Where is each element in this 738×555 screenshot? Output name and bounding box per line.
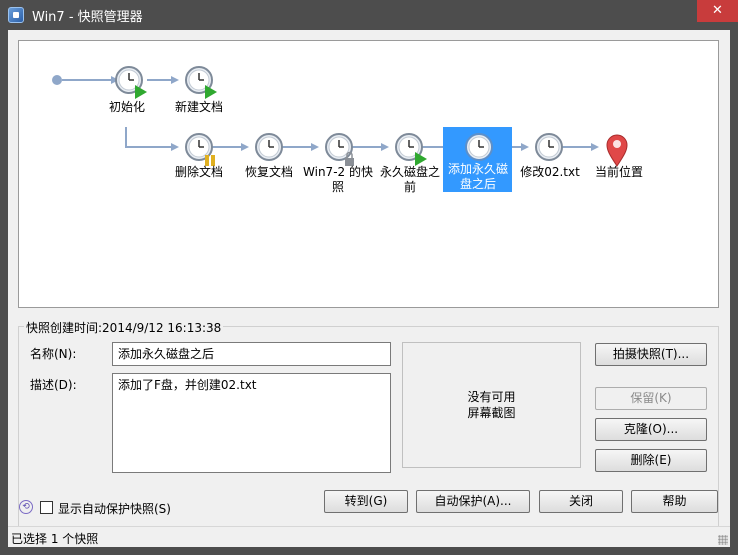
- show-autoprotect-label[interactable]: 显示自动保护快照(S): [58, 500, 171, 517]
- clock-snapshot-icon: [325, 133, 354, 166]
- arrowhead: [311, 143, 319, 151]
- snapshot-label-after-disk: 添加永久磁盘之后: [447, 162, 509, 192]
- snapshot-node-win7[interactable]: [323, 130, 363, 170]
- dialog-body: 初始化 新建文档 删除文档 恢复文档 Win7-2 的快照 永久磁盘之前 添加永…: [8, 30, 730, 547]
- autoprotect-button[interactable]: 自动保护(A)...: [416, 490, 530, 513]
- snapshot-label-win7: Win7-2 的快照: [303, 165, 373, 194]
- location-pin-icon: [606, 134, 628, 167]
- snapshot-description-field[interactable]: 添加了F盘，并创建02.txt: [112, 373, 391, 473]
- snapshot-node-modify[interactable]: [533, 130, 573, 170]
- description-label: 描述(D):: [30, 378, 77, 392]
- snapshot-manager-window: Win7 - 快照管理器 ✕ 初始化 新建文档 删除文档 恢复文档 Win7-2…: [0, 0, 738, 555]
- current-location-node[interactable]: [603, 130, 643, 170]
- clock-snapshot-icon: [255, 133, 283, 161]
- snapshot-label-delete-doc: 删除文档: [174, 165, 223, 179]
- arrowhead: [381, 143, 389, 151]
- snapshot-label-root: 初始化: [108, 100, 145, 114]
- preview-line-2: 屏幕截图: [467, 406, 516, 420]
- vmware-app-icon: [8, 7, 24, 23]
- snapshot-label-modify: 修改02.txt: [520, 165, 580, 179]
- tree-root-dot: [52, 75, 62, 85]
- clone-button[interactable]: 克隆(O)...: [595, 418, 707, 441]
- take-snapshot-button[interactable]: 拍摄快照(T)...: [595, 343, 707, 366]
- snapshot-node-restore-doc[interactable]: [253, 130, 293, 170]
- arrowhead: [241, 143, 249, 151]
- arrowhead: [521, 143, 529, 151]
- snapshot-tree[interactable]: 初始化 新建文档 删除文档 恢复文档 Win7-2 的快照 永久磁盘之前 添加永…: [18, 40, 719, 308]
- snapshot-node-root[interactable]: [113, 63, 153, 103]
- preview-line-1: 没有可用: [467, 390, 516, 404]
- resize-grip[interactable]: [718, 535, 728, 545]
- title-bar: Win7 - 快照管理器 ✕: [0, 0, 738, 30]
- clock-snapshot-icon: [185, 133, 215, 166]
- autoprotect-clock-icon: ⟲: [19, 500, 33, 514]
- status-text: 已选择 1 个快照: [11, 532, 99, 546]
- snapshot-node-new-doc[interactable]: [183, 63, 223, 103]
- clock-snapshot-icon: [115, 66, 147, 99]
- clock-snapshot-icon: [185, 66, 217, 99]
- clock-snapshot-icon: [395, 133, 427, 166]
- show-autoprotect-checkbox[interactable]: [40, 501, 53, 514]
- name-label: 名称(N):: [30, 347, 77, 361]
- snapshot-created-time: 快照创建时间:2014/9/12 16:13:38: [24, 319, 224, 336]
- arrowhead: [591, 143, 599, 151]
- goto-button[interactable]: 转到(G): [324, 490, 408, 513]
- connector-line: [125, 127, 171, 148]
- snapshot-node-delete-doc[interactable]: [183, 130, 223, 170]
- clock-snapshot-icon: [535, 133, 563, 161]
- snapshot-label-current: 当前位置: [594, 165, 643, 179]
- window-close-button[interactable]: ✕: [697, 0, 738, 22]
- arrowhead: [171, 143, 179, 151]
- window-title: Win7 - 快照管理器: [32, 10, 143, 25]
- delete-button[interactable]: 删除(E): [595, 449, 707, 472]
- arrowhead: [171, 76, 179, 84]
- screenshot-preview: 没有可用 屏幕截图: [402, 342, 581, 468]
- snapshot-label-restore-doc: 恢复文档: [244, 165, 293, 179]
- snapshot-label-before-disk: 永久磁盘之前: [379, 165, 440, 194]
- help-button[interactable]: 帮助: [631, 490, 718, 513]
- snapshot-name-field[interactable]: 添加永久磁盘之后: [112, 342, 391, 366]
- keep-button[interactable]: 保留(K): [595, 387, 707, 410]
- status-bar: 已选择 1 个快照: [8, 526, 730, 547]
- close-button[interactable]: 关闭: [539, 490, 623, 513]
- snapshot-node-before-disk[interactable]: [393, 130, 433, 170]
- snapshot-label-new-doc: 新建文档: [174, 100, 223, 114]
